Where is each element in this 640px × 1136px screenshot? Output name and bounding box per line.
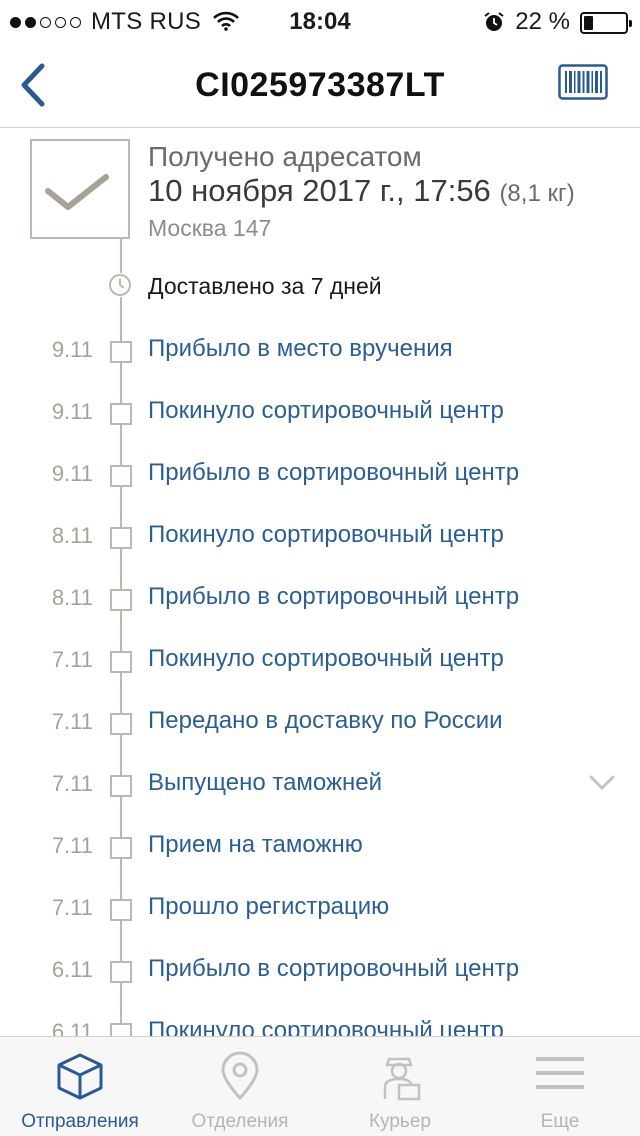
tab-more[interactable]: Еще xyxy=(480,1037,640,1136)
page-title: CI025973387LT xyxy=(195,66,445,104)
battery-icon xyxy=(580,11,632,34)
timeline-event[interactable]: 7.11 Покинуло сортировочный центр xyxy=(0,643,640,683)
timeline-event[interactable]: 9.11 Прибыло в место вручения xyxy=(0,333,640,373)
event-label[interactable]: Прием на таможню xyxy=(148,831,363,859)
event-marker xyxy=(110,899,132,921)
timeline-event[interactable]: 8.11 Покинуло сортировочный центр xyxy=(0,519,640,559)
tab-label: Отделения xyxy=(191,1111,289,1132)
tab-offices[interactable]: Отделения xyxy=(160,1037,320,1136)
tab-label: Отправления xyxy=(21,1111,139,1132)
event-marker xyxy=(110,651,132,673)
alarm-icon xyxy=(484,12,504,31)
delivered-status-box xyxy=(30,139,130,239)
event-label[interactable]: Прибыло в сортировочный центр xyxy=(148,583,519,611)
event-marker xyxy=(110,403,132,425)
delivery-datetime: 10 ноября 2017 г., 17:56 xyxy=(148,173,491,208)
tab-bar: Отправления Отделения Курьер Еще xyxy=(0,1036,640,1136)
timeline-event[interactable]: 9.11 Покинуло сортировочный центр xyxy=(0,395,640,435)
package-box-icon xyxy=(57,1053,103,1100)
event-label[interactable]: Покинуло сортировочный центр xyxy=(148,645,504,673)
status-bar: MTS RUS 18:04 22 % xyxy=(0,0,640,40)
map-pin-icon xyxy=(221,1051,259,1101)
timeline-event[interactable]: 7.11 Выпущено таможней xyxy=(0,767,640,807)
event-date: 7.11 xyxy=(51,833,93,858)
timeline-event[interactable]: 7.11 Прием на таможню xyxy=(0,829,640,869)
tab-shipments[interactable]: Отправления xyxy=(0,1037,160,1136)
current-status: Получено адресатом xyxy=(148,141,422,172)
parcel-weight: (8,1 кг) xyxy=(499,180,575,207)
courier-icon xyxy=(383,1057,421,1101)
event-label[interactable]: Прибыло в сортировочный центр xyxy=(148,459,519,487)
checkmark-icon xyxy=(45,174,109,210)
timeline-event[interactable]: 6.11 Прибыло в сортировочный центр xyxy=(0,953,640,993)
status-bar-right: 22 % xyxy=(483,8,632,36)
event-date: 6.11 xyxy=(51,1019,93,1036)
event-label[interactable]: Покинуло сортировочный центр xyxy=(148,521,504,549)
event-marker xyxy=(110,527,132,549)
event-marker xyxy=(110,589,132,611)
event-date: 7.11 xyxy=(51,647,93,672)
event-label[interactable]: Прибыло в сортировочный центр xyxy=(148,955,519,983)
event-label[interactable]: Выпущено таможней xyxy=(148,769,382,797)
tab-label: Еще xyxy=(540,1111,580,1132)
event-marker xyxy=(110,961,132,983)
event-date: 6.11 xyxy=(51,957,93,982)
event-marker xyxy=(110,837,132,859)
timeline-event[interactable]: 6.11 Покинуло сортировочный центр xyxy=(0,1015,640,1036)
event-marker xyxy=(110,1023,132,1036)
event-label[interactable]: Покинуло сортировочный центр xyxy=(148,1017,504,1036)
event-marker xyxy=(110,465,132,487)
delivery-place: Москва 147 xyxy=(148,215,272,241)
event-label[interactable]: Передано в доставку по России xyxy=(148,707,503,735)
event-date: 8.11 xyxy=(51,523,93,548)
event-date: 7.11 xyxy=(51,895,93,920)
event-date: 9.11 xyxy=(51,337,93,362)
timeline-event[interactable]: 7.11 Передано в доставку по России xyxy=(0,705,640,745)
event-label[interactable]: Покинуло сортировочный центр xyxy=(148,397,504,425)
timeline-event[interactable]: 7.11 Прошло регистрацию xyxy=(0,891,640,931)
delivery-duration: Доставлено за 7 дней xyxy=(148,273,382,299)
event-date: 7.11 xyxy=(51,771,93,796)
tracking-timeline[interactable]: Получено адресатом 10 ноября 2017 г., 17… xyxy=(0,129,640,1036)
event-marker xyxy=(110,341,132,363)
event-date: 8.11 xyxy=(51,585,93,610)
menu-lines-icon xyxy=(536,1057,584,1089)
event-date: 9.11 xyxy=(51,399,93,424)
timeline-event[interactable]: 8.11 Прибыло в сортировочный центр xyxy=(0,581,640,621)
navigation-bar: CI025973387LT xyxy=(0,40,640,128)
event-label[interactable]: Прибыло в место вручения xyxy=(148,335,453,363)
barcode-icon[interactable] xyxy=(558,64,608,100)
battery-percent: 22 % xyxy=(515,8,570,35)
event-label[interactable]: Прошло регистрацию xyxy=(148,893,389,921)
event-date: 7.11 xyxy=(51,709,93,734)
event-marker xyxy=(110,713,132,735)
clock-icon xyxy=(108,273,132,297)
event-date: 9.11 xyxy=(51,461,93,486)
timeline-event[interactable]: 9.11 Прибыло в сортировочный центр xyxy=(0,457,640,497)
tab-courier[interactable]: Курьер xyxy=(320,1037,480,1136)
chevron-down-icon[interactable] xyxy=(588,773,616,793)
event-marker xyxy=(110,775,132,797)
tab-label: Курьер xyxy=(369,1111,431,1132)
delivery-date: 10 ноября 2017 г., 17:56 (8,1 кг) xyxy=(148,173,575,209)
